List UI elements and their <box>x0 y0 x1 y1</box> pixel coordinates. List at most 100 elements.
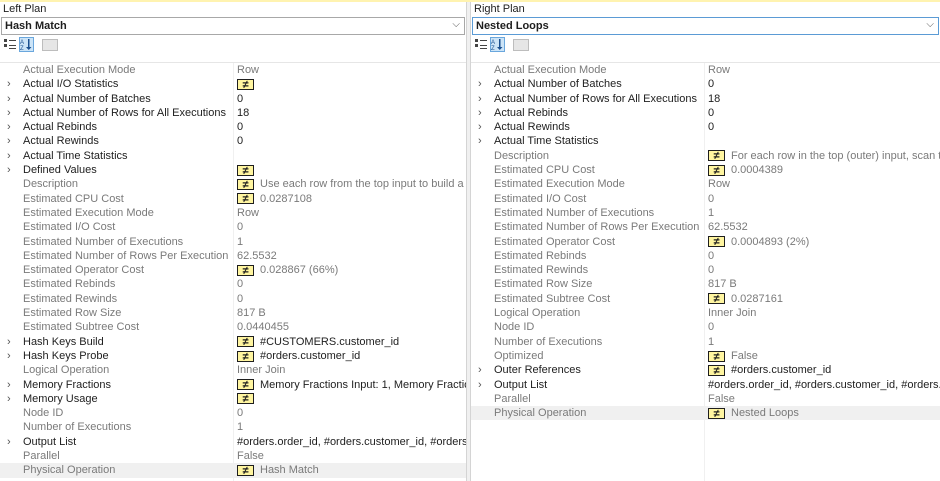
property-row[interactable]: Actual Execution Mode Row <box>0 63 466 77</box>
property-row[interactable]: › Actual Rewinds 0 <box>471 120 940 134</box>
property-row[interactable]: Number of Executions 1 <box>0 420 466 434</box>
property-row[interactable]: Estimated Rebinds 0 <box>0 277 466 291</box>
property-row[interactable]: Description ≠ Use each row from the top in… <box>0 177 466 191</box>
not-equal-icon: ≠ <box>237 78 254 90</box>
property-row[interactable]: Estimated Row Size 817 B <box>0 306 466 320</box>
property-row[interactable]: › Actual Number of Rows for All Execution… <box>471 92 940 106</box>
property-row[interactable]: › Hash Keys Build ≠ #CUSTOMERS.customer_id <box>0 335 466 349</box>
property-row[interactable]: Estimated I/O Cost 0 <box>0 220 466 234</box>
property-name: Description <box>494 149 550 162</box>
property-row[interactable]: › Actual Rebinds 0 <box>0 120 466 134</box>
expand-chevron-icon[interactable]: › <box>478 106 482 120</box>
property-row[interactable]: Description ≠ For each row in the top (out… <box>471 149 940 163</box>
svg-text:Z: Z <box>20 46 24 51</box>
property-row[interactable]: › Actual Number of Batches 0 <box>471 77 940 91</box>
property-row[interactable]: › Output List #orders.order_id, #orders.cu… <box>0 435 466 449</box>
expand-chevron-icon[interactable]: › <box>7 120 11 134</box>
expand-chevron-icon[interactable]: › <box>7 77 11 91</box>
property-row[interactable]: Estimated Number of Rows Per Execution 62… <box>0 249 466 263</box>
expand-chevron-icon[interactable]: › <box>478 134 482 148</box>
expand-chevron-icon[interactable]: › <box>7 149 11 163</box>
expand-chevron-icon[interactable]: › <box>7 392 11 406</box>
property-row[interactable]: Estimated Rebinds 0 <box>471 249 940 263</box>
property-row[interactable]: Estimated Subtree Cost ≠ 0.0287161 <box>471 292 940 306</box>
property-row[interactable]: Estimated Rewinds 0 <box>0 292 466 306</box>
right-operator-dropdown[interactable]: Nested Loops ⌵ <box>472 17 939 35</box>
property-row[interactable]: Estimated Operator Cost ≠ 0.028867 (66%) <box>0 263 466 277</box>
property-row[interactable]: Actual Execution Mode Row <box>471 63 940 77</box>
property-value: Inner Join <box>237 363 466 377</box>
property-row[interactable]: Estimated Subtree Cost 0.0440455 <box>0 320 466 334</box>
property-row[interactable]: › Output List #orders.order_id, #orders.cu… <box>471 378 940 392</box>
property-row[interactable]: › Defined Values ≠ <box>0 163 466 177</box>
property-row[interactable]: Node ID 0 <box>471 320 940 334</box>
property-pages-icon[interactable] <box>42 39 58 51</box>
property-value: 1 <box>237 235 466 249</box>
property-value: 0 <box>708 106 940 120</box>
property-value: ≠ <box>237 163 466 177</box>
categorized-view-icon[interactable] <box>3 37 18 52</box>
expand-chevron-icon[interactable]: › <box>7 92 11 106</box>
property-row[interactable]: Estimated Number of Rows Per Execution 62… <box>471 220 940 234</box>
property-row[interactable]: Estimated Execution Mode Row <box>471 177 940 191</box>
property-row[interactable]: › Actual Rebinds 0 <box>471 106 940 120</box>
property-row[interactable]: Logical Operation Inner Join <box>0 363 466 377</box>
property-row[interactable]: Parallel False <box>0 449 466 463</box>
property-row[interactable]: Estimated Operator Cost ≠ 0.0004893 (2%) <box>471 235 940 249</box>
left-operator-dropdown[interactable]: Hash Match ⌵ <box>1 17 465 35</box>
property-row[interactable]: Estimated Rewinds 0 <box>471 263 940 277</box>
property-name: Memory Usage <box>23 392 98 405</box>
property-row[interactable]: Estimated Execution Mode Row <box>0 206 466 220</box>
expand-chevron-icon[interactable]: › <box>7 378 11 392</box>
property-value-text: 0 <box>237 221 244 234</box>
property-value-text: 0 <box>237 292 244 305</box>
property-row[interactable]: › Memory Usage ≠ <box>0 392 466 406</box>
property-row[interactable]: Estimated Number of Executions 1 <box>471 206 940 220</box>
property-row[interactable]: Estimated Number of Executions 1 <box>0 235 466 249</box>
property-row[interactable]: › Actual Time Statistics <box>0 149 466 163</box>
expand-chevron-icon[interactable]: › <box>7 349 11 363</box>
property-row[interactable]: Physical Operation ≠ Hash Match <box>0 463 466 478</box>
property-row[interactable]: Physical Operation ≠ Nested Loops <box>471 406 940 421</box>
property-row[interactable]: Number of Executions 1 <box>471 335 940 349</box>
not-equal-icon: ≠ <box>237 264 254 276</box>
property-row[interactable]: › Outer References ≠ #orders.customer_id <box>471 363 940 377</box>
expand-chevron-icon[interactable]: › <box>7 163 11 177</box>
expand-chevron-icon[interactable]: › <box>478 92 482 106</box>
property-row[interactable]: Optimized ≠ False <box>471 349 940 363</box>
property-row[interactable]: › Actual Time Statistics <box>471 134 940 148</box>
expand-chevron-icon[interactable]: › <box>478 378 482 392</box>
property-row[interactable]: › Hash Keys Probe ≠ #orders.customer_id <box>0 349 466 363</box>
property-row[interactable]: Estimated I/O Cost 0 <box>471 192 940 206</box>
expand-chevron-icon[interactable]: › <box>7 435 11 449</box>
property-value-text: 0 <box>708 78 715 91</box>
expand-chevron-icon[interactable]: › <box>478 363 482 377</box>
alphabetical-sort-icon[interactable]: AZ <box>19 37 34 52</box>
alphabetical-sort-icon[interactable]: AZ <box>490 37 505 52</box>
property-row[interactable]: Estimated CPU Cost ≠ 0.0004389 <box>471 163 940 177</box>
property-row[interactable]: Logical Operation Inner Join <box>471 306 940 320</box>
expand-chevron-icon[interactable]: › <box>478 77 482 91</box>
property-name: Output List <box>23 435 77 448</box>
property-row[interactable]: Node ID 0 <box>0 406 466 420</box>
property-value-text: #orders.order_id, #orders.customer_id, #… <box>237 435 466 448</box>
property-value-text: False <box>731 349 758 362</box>
property-row[interactable]: › Actual Number of Batches 0 <box>0 92 466 106</box>
property-name: Actual Execution Mode <box>494 64 607 76</box>
expand-chevron-icon[interactable]: › <box>7 335 11 349</box>
property-row[interactable]: Estimated CPU Cost ≠ 0.0287108 <box>0 192 466 206</box>
property-pages-icon[interactable] <box>513 39 529 51</box>
property-row[interactable]: Estimated Row Size 817 B <box>471 277 940 291</box>
expand-chevron-icon[interactable]: › <box>7 134 11 148</box>
not-equal-icon: ≠ <box>237 179 254 191</box>
expand-chevron-icon[interactable]: › <box>478 120 482 134</box>
expand-chevron-icon[interactable]: › <box>7 106 11 120</box>
categorized-view-icon[interactable] <box>474 37 489 52</box>
property-value: 0 <box>237 277 466 291</box>
not-equal-icon: ≠ <box>237 464 254 476</box>
property-row[interactable]: › Actual Number of Rows for All Execution… <box>0 106 466 120</box>
property-row[interactable]: Parallel False <box>471 392 940 406</box>
property-row[interactable]: › Actual I/O Statistics ≠ <box>0 77 466 91</box>
property-row[interactable]: › Memory Fractions ≠ Memory Fractions Input… <box>0 378 466 392</box>
property-row[interactable]: › Actual Rewinds 0 <box>0 134 466 148</box>
